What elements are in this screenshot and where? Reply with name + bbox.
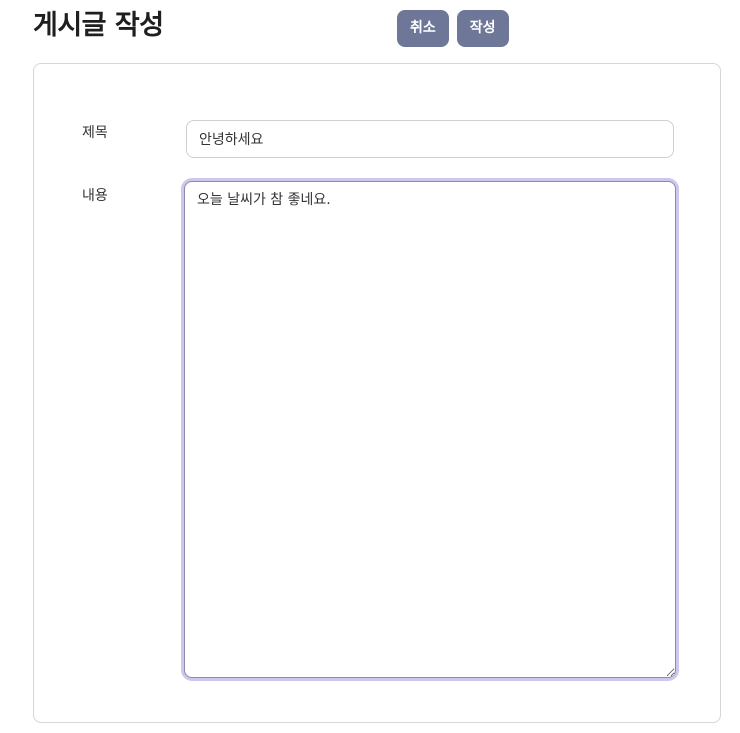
page-title: 게시글 작성 <box>33 10 164 41</box>
header-actions: 취소 작성 <box>397 10 509 47</box>
content-textarea[interactable]: 오늘 날씨가 참 좋네요. <box>184 181 676 678</box>
title-label: 제목 <box>82 125 108 141</box>
content-label: 내용 <box>82 188 108 204</box>
cancel-button[interactable]: 취소 <box>397 10 449 47</box>
title-input[interactable] <box>186 120 674 158</box>
post-editor-page: 게시글 작성 취소 작성 제목 내용 오늘 날씨가 참 좋네요. <box>0 0 740 733</box>
post-form-card: 제목 내용 오늘 날씨가 참 좋네요. <box>33 63 721 723</box>
submit-button[interactable]: 작성 <box>456 10 509 47</box>
